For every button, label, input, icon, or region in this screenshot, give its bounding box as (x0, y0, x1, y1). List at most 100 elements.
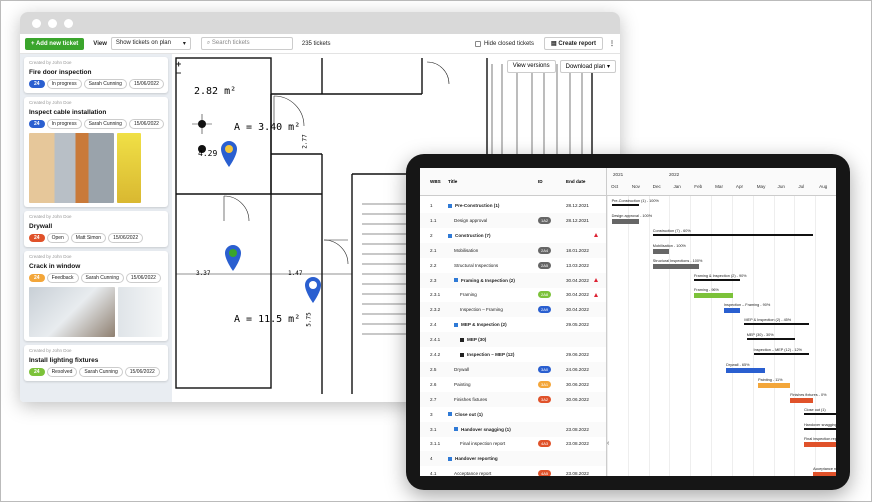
title-text: Painting (454, 381, 471, 387)
gantt-bar[interactable] (694, 278, 740, 281)
expand-icon[interactable] (454, 278, 458, 283)
gantt-row[interactable]: 1 Pre-Construction (1) 28.12.2021 (420, 198, 606, 213)
zoom-controls: + − (176, 60, 181, 78)
wbs-cell: 2.7 (430, 396, 437, 402)
gantt-row[interactable]: 2.5 Drywall 3A0 24.06.2022 (420, 361, 606, 377)
title-cell: Close out (1) (448, 412, 483, 417)
title-cell: Construction (7) (448, 233, 490, 238)
collapse-panel-icon[interactable]: ‹ (607, 440, 609, 447)
expand-icon[interactable] (448, 457, 452, 462)
month-gridline (815, 196, 817, 476)
expand-icon[interactable] (460, 337, 464, 342)
gantt-row[interactable]: 2.3.2 Inspection – Framing 2A9 30.04.2022 (420, 302, 606, 318)
gantt-bar[interactable] (726, 367, 765, 373)
gantt-bar[interactable] (652, 248, 669, 254)
gantt-bar[interactable] (803, 427, 836, 430)
gantt-bar[interactable] (694, 293, 733, 299)
gantt-row[interactable]: 2.4.2 Inspection – MEP (12) 29.06.2022 (420, 347, 606, 362)
window-titlebar (20, 12, 620, 34)
gantt-bar-label: Construction (7) - 60% (652, 228, 691, 233)
checkbox[interactable] (474, 40, 481, 47)
gantt-bar[interactable] (753, 353, 809, 355)
window-dot[interactable] (32, 18, 41, 28)
location-pin-icon[interactable] (304, 276, 322, 304)
gantt-row[interactable]: 2 Construction (7) (420, 228, 606, 243)
gantt-row[interactable]: 2.7 Finishes fixtures 3A2 30.06.2022 (420, 391, 606, 407)
gantt-bar[interactable] (758, 382, 791, 388)
id-cell: 1A2 (538, 216, 552, 224)
expand-icon[interactable] (454, 427, 458, 432)
view-versions-button[interactable]: View versions (506, 60, 556, 73)
title-text: Framing (460, 292, 477, 298)
ticket-photo[interactable] (29, 287, 115, 337)
expand-icon[interactable] (448, 203, 452, 208)
gantt-bar[interactable] (611, 218, 640, 224)
gantt-bar[interactable] (813, 472, 836, 476)
gantt-row[interactable]: 3 Close out (1) (420, 407, 606, 422)
wbs-cell: 4.1 (430, 471, 437, 476)
window-dot[interactable] (48, 18, 57, 28)
gantt-bar-label: Finishes fixtures - 0% (790, 392, 827, 397)
gantt-row[interactable]: 3.1.1 Final inspection report 4A3 23.08.202… (420, 436, 606, 451)
gantt-bar[interactable] (652, 233, 814, 236)
id-header: ID (538, 179, 543, 184)
gantt-bar-label: Pre-Construction (1) - 100% (611, 199, 659, 203)
gantt-row[interactable]: 2.6 Painting 3A1 30.06.2022 (420, 377, 606, 392)
gantt-bar[interactable] (611, 204, 640, 206)
ticket-card[interactable]: Created by John Doe Inspect cable instal… (24, 97, 168, 207)
ticket-card[interactable]: Created by John Doe Drywall 24 Open Matt S… (24, 211, 168, 247)
date-badge: 15/06/2022 (124, 367, 160, 377)
gantt-row[interactable]: 4 Handover reporting (420, 451, 606, 467)
expand-icon[interactable] (460, 352, 464, 357)
search-input[interactable]: ⌕ Search tickets (200, 37, 293, 50)
ticket-photo[interactable] (118, 287, 162, 337)
gantt-row[interactable]: 3.1 Handover snagging (1) 23.08.2022 (420, 421, 606, 437)
gantt-row[interactable]: 2.3 Framing & Inspection (2) 30.04.2022 (420, 272, 606, 288)
more-menu-icon[interactable]: ⋮ (609, 40, 615, 47)
gantt-bar[interactable] (803, 442, 836, 448)
gantt-row[interactable]: 2.1 Mobilisation 2A4 18.01.2022 (420, 242, 606, 258)
expand-icon[interactable] (448, 233, 452, 238)
end-date-cell: 29.05.2022 (566, 322, 589, 328)
gantt-bar[interactable] (744, 323, 809, 326)
ticket-card[interactable]: Created by John Doe Crack in window 24 Fe… (24, 251, 168, 341)
gantt-row[interactable]: 2.3.1 Framing 2A8 30.04.2022 (420, 287, 606, 302)
title-cell: Inspection – MEP (12) (460, 352, 514, 357)
ticket-card[interactable]: Created by John Doe Fire door inspection… (24, 57, 168, 93)
ticket-photo[interactable] (117, 133, 141, 203)
month-label: Oct (611, 184, 619, 189)
gantt-row[interactable]: 4.1 Acceptance report 4A5 23.08.2022 (420, 466, 606, 476)
title-text: Inspection – Framing (460, 307, 503, 313)
zoom-out-button[interactable]: − (176, 69, 181, 78)
add-ticket-button[interactable]: + Add new ticket (25, 37, 85, 50)
expand-icon[interactable] (448, 412, 452, 417)
gantt-row[interactable]: 2.4 MEP & Inspection (2) 29.05.2022 (420, 317, 606, 332)
gantt-row[interactable]: 1.1 Design approval 1A2 28.12.2021 (420, 212, 606, 228)
chevron-down-icon: ▾ (606, 64, 610, 70)
end-date-cell: 30.04.2022 (566, 292, 589, 298)
gantt-bar-label: Drywall - 65% (726, 362, 750, 367)
gantt-row[interactable]: 2.4.1 MEP (30) (420, 332, 606, 348)
create-report-button[interactable]: ▤ Create report (543, 37, 603, 50)
window-dot[interactable] (64, 18, 73, 28)
location-pin-icon[interactable] (224, 244, 242, 272)
ticket-photo[interactable] (29, 133, 114, 203)
gantt-row[interactable]: 2.2 Structural Inspections 2A5 13.03.2022 (420, 258, 606, 273)
hide-closed-toggle[interactable]: Hide closed tickets (474, 40, 534, 47)
download-plan-button[interactable]: Download plan ▾ (559, 60, 616, 73)
gantt-bar[interactable] (803, 412, 836, 415)
gantt-bar[interactable] (790, 397, 814, 403)
gantt-bar[interactable] (746, 338, 795, 341)
view-select[interactable]: Show tickets on plan ▾ (110, 37, 191, 50)
expand-icon[interactable] (454, 322, 458, 327)
status-badge: Resolved (46, 367, 78, 377)
ticket-card[interactable]: Created by John Doe Install lighting fix… (24, 345, 168, 381)
wbs-cell: 2.4 (430, 322, 437, 328)
id-cell: 2A5 (538, 261, 552, 269)
gantt-bar[interactable] (652, 263, 699, 269)
gantt-bar[interactable] (723, 308, 740, 314)
gantt-bar-label: MEP & Inspection (2) - 45% (744, 318, 792, 323)
title-text: Framing & Inspection (2) (461, 277, 515, 283)
location-pin-icon[interactable] (220, 140, 238, 168)
id-cell: 3A1 (538, 380, 552, 388)
